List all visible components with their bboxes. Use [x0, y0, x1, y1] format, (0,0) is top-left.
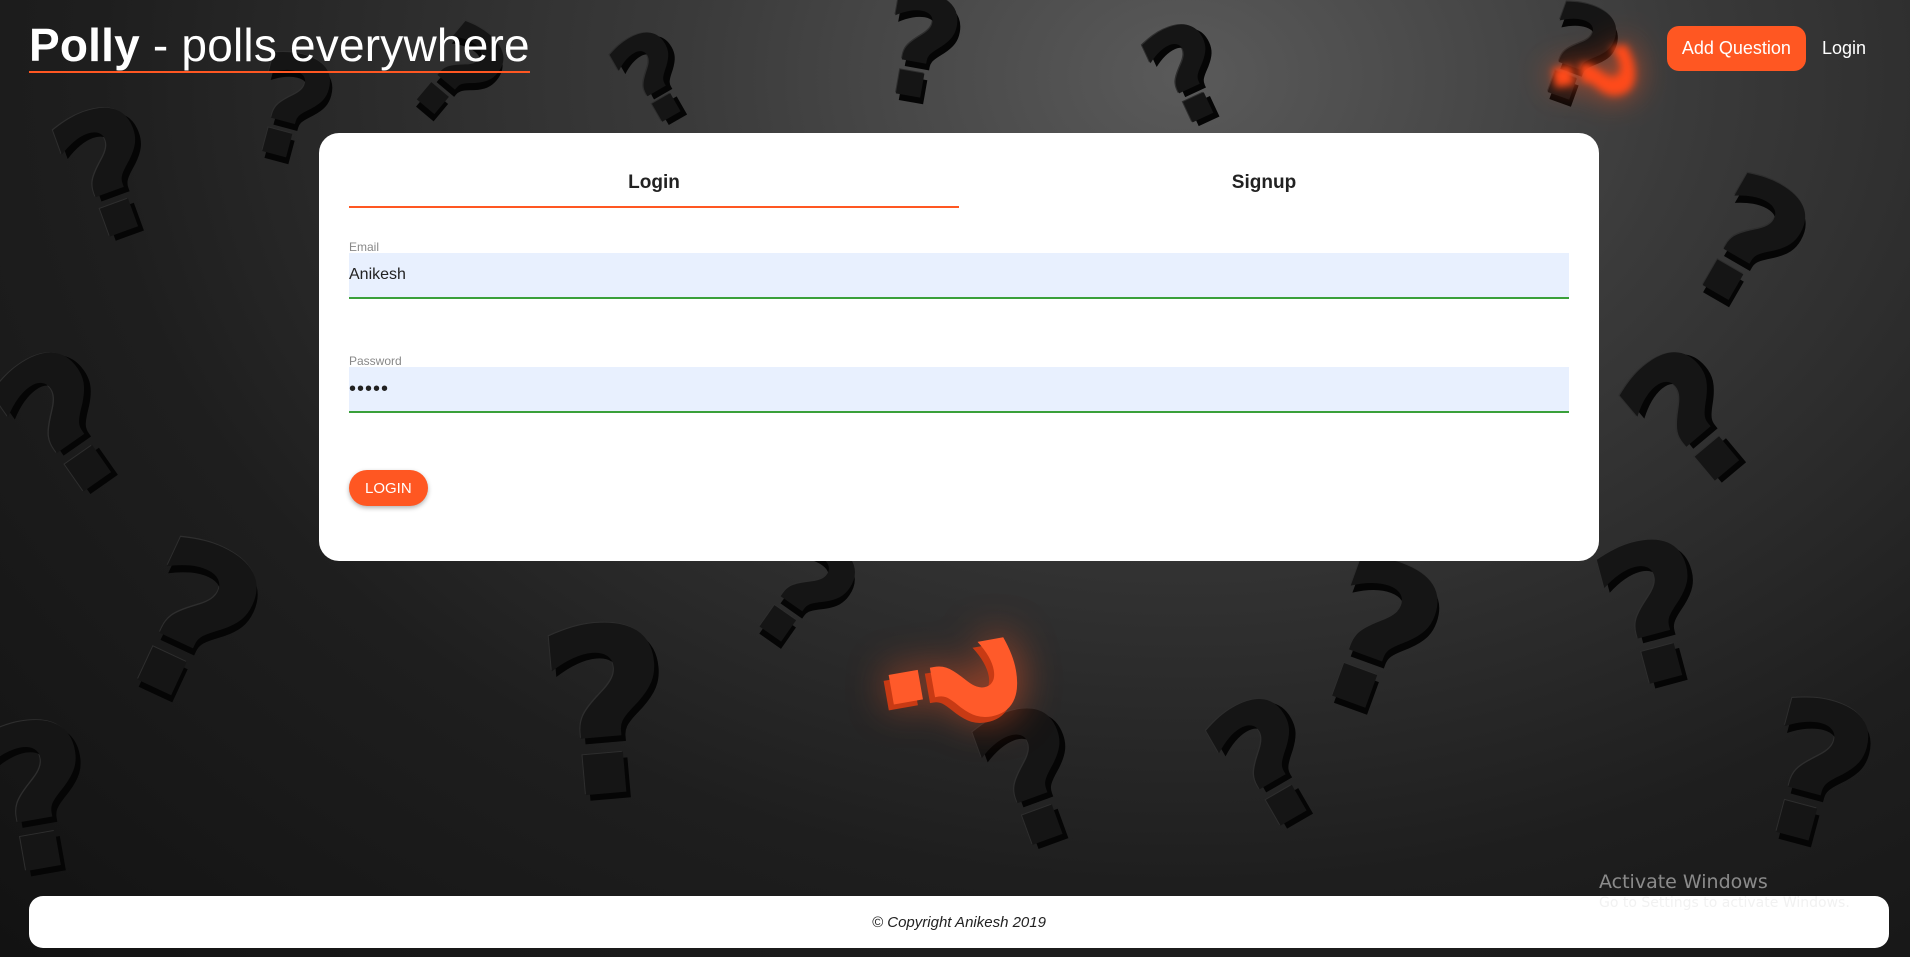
question-mark-decoration: ?: [0, 302, 174, 547]
question-mark-decoration: ?: [1573, 493, 1737, 736]
question-mark-decoration: ?: [0, 674, 116, 925]
question-mark-decoration: ?: [589, 1, 720, 158]
watermark-subtitle: Go to Settings to activate Windows.: [1599, 895, 1850, 911]
nav-login-link[interactable]: Login: [1822, 38, 1866, 59]
email-label: Email: [349, 240, 380, 254]
password-field-group: Password: [349, 355, 1569, 413]
brand-name: Polly: [29, 19, 140, 71]
tab-signup[interactable]: Signup: [959, 133, 1569, 208]
auth-tabs: Login Signup: [349, 133, 1569, 208]
question-mark-decoration: ?: [1733, 653, 1898, 896]
brand-logo[interactable]: Polly - polls everywhere: [29, 20, 530, 73]
password-label: Password: [349, 354, 402, 368]
question-mark-decoration: ?: [1121, 0, 1255, 160]
question-mark-decoration: ?: [1584, 306, 1800, 534]
watermark-title: Activate Windows: [1599, 871, 1768, 893]
login-submit-button[interactable]: LOGIN: [349, 470, 428, 506]
email-field-group: Email: [349, 241, 1569, 299]
copyright-text: © Copyright Anikesh 2019: [872, 913, 1046, 931]
tab-login[interactable]: Login: [349, 133, 959, 208]
question-mark-decoration: ?: [866, 0, 975, 137]
top-nav: Add Question Login: [1666, 26, 1866, 71]
add-question-button[interactable]: Add Question: [1666, 26, 1806, 71]
question-mark-decoration: ?: [528, 575, 685, 854]
question-mark-decoration: ?: [84, 487, 299, 762]
email-field[interactable]: [349, 253, 1569, 299]
question-mark-decoration: ?: [29, 65, 190, 285]
auth-card: Login Signup Email Password LOGIN: [319, 133, 1599, 561]
brand-tagline: - polls everywhere: [139, 19, 530, 71]
password-field[interactable]: [349, 367, 1569, 413]
windows-activation-watermark: Activate Windows Go to Settings to activ…: [1599, 871, 1850, 911]
question-mark-decoration: ?: [1657, 134, 1842, 356]
